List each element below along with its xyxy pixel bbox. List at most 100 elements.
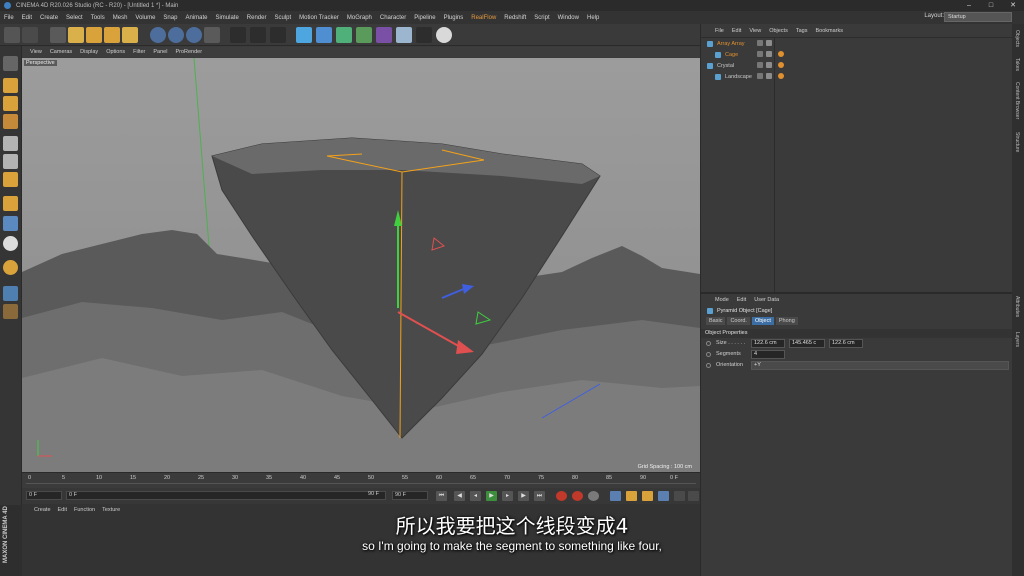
- material-tag-icon[interactable]: [778, 51, 784, 57]
- minimize-button[interactable]: –: [958, 0, 980, 11]
- edges-mode-icon[interactable]: [3, 154, 18, 169]
- end-frame-field[interactable]: 90 F: [392, 491, 428, 500]
- menu-redshift[interactable]: Redshift: [504, 15, 526, 21]
- object-menu-edit[interactable]: Edit: [732, 28, 741, 34]
- menu-mograph[interactable]: MoGraph: [347, 15, 372, 21]
- menu-tools[interactable]: Tools: [91, 15, 105, 21]
- magnet-icon[interactable]: [3, 260, 18, 275]
- size-x-field[interactable]: 122.6 cm: [751, 339, 785, 348]
- tab-takes-vertical[interactable]: Takes: [1014, 58, 1020, 71]
- attr-menu-edit[interactable]: Edit: [737, 297, 746, 303]
- close-button[interactable]: ✕: [1002, 0, 1024, 11]
- visibility-toggle-icon[interactable]: [757, 73, 763, 79]
- previous-key-icon[interactable]: ◀: [454, 491, 465, 501]
- point-level-key-icon[interactable]: [674, 491, 685, 501]
- menu-select[interactable]: Select: [66, 15, 83, 21]
- object-menu-file[interactable]: File: [715, 28, 724, 34]
- points-mode-icon[interactable]: [3, 136, 18, 151]
- menu-edit[interactable]: Edit: [22, 15, 32, 21]
- tab-layers-vertical[interactable]: Layers: [1014, 332, 1020, 347]
- viewport-menu-cameras[interactable]: Cameras: [50, 49, 72, 55]
- animate-toggle-icon[interactable]: [706, 363, 711, 368]
- menu-mesh[interactable]: Mesh: [113, 15, 128, 21]
- render-settings-icon[interactable]: [270, 27, 286, 43]
- timeline-end-field[interactable]: 0 F: [670, 475, 678, 481]
- parameter-key-icon[interactable]: [658, 491, 669, 501]
- object-menu-tags[interactable]: Tags: [796, 28, 808, 34]
- next-frame-icon[interactable]: ▸: [502, 491, 513, 501]
- play-icon[interactable]: ▶: [486, 491, 497, 501]
- scale-key-icon[interactable]: [626, 491, 637, 501]
- object-menu-bookmarks[interactable]: Bookmarks: [815, 28, 843, 34]
- segments-field[interactable]: 4: [751, 350, 785, 359]
- start-frame-field[interactable]: 0 F: [26, 491, 62, 500]
- tab-objects-vertical[interactable]: Objects: [1014, 30, 1020, 47]
- rotation-key-icon[interactable]: [642, 491, 653, 501]
- enable-toggle-icon[interactable]: [766, 51, 772, 57]
- go-to-end-icon[interactable]: ⏭: [534, 491, 545, 501]
- subdivision-icon[interactable]: [336, 27, 352, 43]
- menu-window[interactable]: Window: [558, 15, 579, 21]
- scale-tool-icon[interactable]: [86, 27, 102, 43]
- material-tag-icon[interactable]: [778, 62, 784, 68]
- menu-pipeline[interactable]: Pipeline: [414, 15, 435, 21]
- make-editable-icon[interactable]: [3, 56, 18, 71]
- rotate-tool-icon[interactable]: [104, 27, 120, 43]
- tab-phong[interactable]: Phong: [775, 317, 798, 325]
- floor-icon[interactable]: [396, 27, 412, 43]
- deformer-icon[interactable]: [376, 27, 392, 43]
- polygons-mode-icon[interactable]: [3, 172, 18, 187]
- render-view-icon[interactable]: [230, 27, 246, 43]
- menu-create[interactable]: Create: [40, 15, 58, 21]
- camera-icon[interactable]: [416, 27, 432, 43]
- position-key-icon[interactable]: [610, 491, 621, 501]
- model-mode-icon[interactable]: [3, 78, 18, 93]
- next-key-icon[interactable]: ▶: [518, 491, 529, 501]
- menu-script[interactable]: Script: [534, 15, 549, 21]
- maximize-button[interactable]: □: [980, 0, 1002, 11]
- tab-coord[interactable]: Coord.: [727, 317, 750, 325]
- texture-mode-icon[interactable]: [3, 96, 18, 111]
- lock-workplane-icon[interactable]: [3, 286, 18, 301]
- viewport-menu-prorender[interactable]: ProRender: [175, 49, 202, 55]
- cube-primitive-icon[interactable]: [296, 27, 312, 43]
- coordinate-system-icon[interactable]: [204, 27, 220, 43]
- tab-attributes-vertical[interactable]: Attributes: [1014, 296, 1020, 317]
- column-divider[interactable]: [774, 38, 775, 292]
- object-menu-view[interactable]: View: [749, 28, 761, 34]
- x-axis-icon[interactable]: [150, 27, 166, 43]
- viewport-menu-view[interactable]: View: [30, 49, 42, 55]
- size-y-field[interactable]: 145.465 c: [789, 339, 825, 348]
- menu-realflow[interactable]: RealFlow: [471, 15, 496, 21]
- enable-toggle-icon[interactable]: [766, 62, 772, 68]
- tweak-mode-icon[interactable]: [3, 216, 18, 231]
- layout-select[interactable]: Startup: [944, 12, 1012, 22]
- menu-volume[interactable]: Volume: [135, 15, 155, 21]
- redo-icon[interactable]: [22, 27, 38, 43]
- y-axis-icon[interactable]: [168, 27, 184, 43]
- tab-structure-vertical[interactable]: Structure: [1014, 132, 1020, 152]
- current-frame-slider[interactable]: 0 F: [66, 491, 386, 500]
- object-menu-objects[interactable]: Objects: [769, 28, 788, 34]
- viewport-menu-panel[interactable]: Panel: [153, 49, 167, 55]
- timeline-ruler[interactable]: 0 5 10 15 20 25 30 35 40 45 50 55 60 65 …: [22, 472, 700, 488]
- recent-tools-icon[interactable]: [122, 27, 138, 43]
- menu-plugins[interactable]: Plugins: [444, 15, 464, 21]
- menu-help[interactable]: Help: [587, 15, 599, 21]
- object-row-crystal[interactable]: Crystal: [701, 60, 1012, 71]
- light-icon[interactable]: [436, 27, 452, 43]
- animate-toggle-icon[interactable]: [706, 352, 711, 357]
- perspective-viewport[interactable]: Perspective Grid Spacing : 100 cm: [22, 58, 700, 472]
- enable-toggle-icon[interactable]: [766, 40, 772, 46]
- visibility-toggle-icon[interactable]: [757, 62, 763, 68]
- z-axis-icon[interactable]: [186, 27, 202, 43]
- pen-spline-icon[interactable]: [316, 27, 332, 43]
- animate-toggle-icon[interactable]: [706, 341, 711, 346]
- tab-object[interactable]: Object: [751, 317, 774, 325]
- previous-frame-icon[interactable]: ◂: [470, 491, 481, 501]
- render-picture-viewer-icon[interactable]: [250, 27, 266, 43]
- autokey-icon[interactable]: [572, 491, 583, 501]
- menu-file[interactable]: File: [4, 15, 14, 21]
- object-row-array[interactable]: Array Array: [701, 38, 1012, 49]
- tab-basic[interactable]: Basic: [706, 317, 726, 325]
